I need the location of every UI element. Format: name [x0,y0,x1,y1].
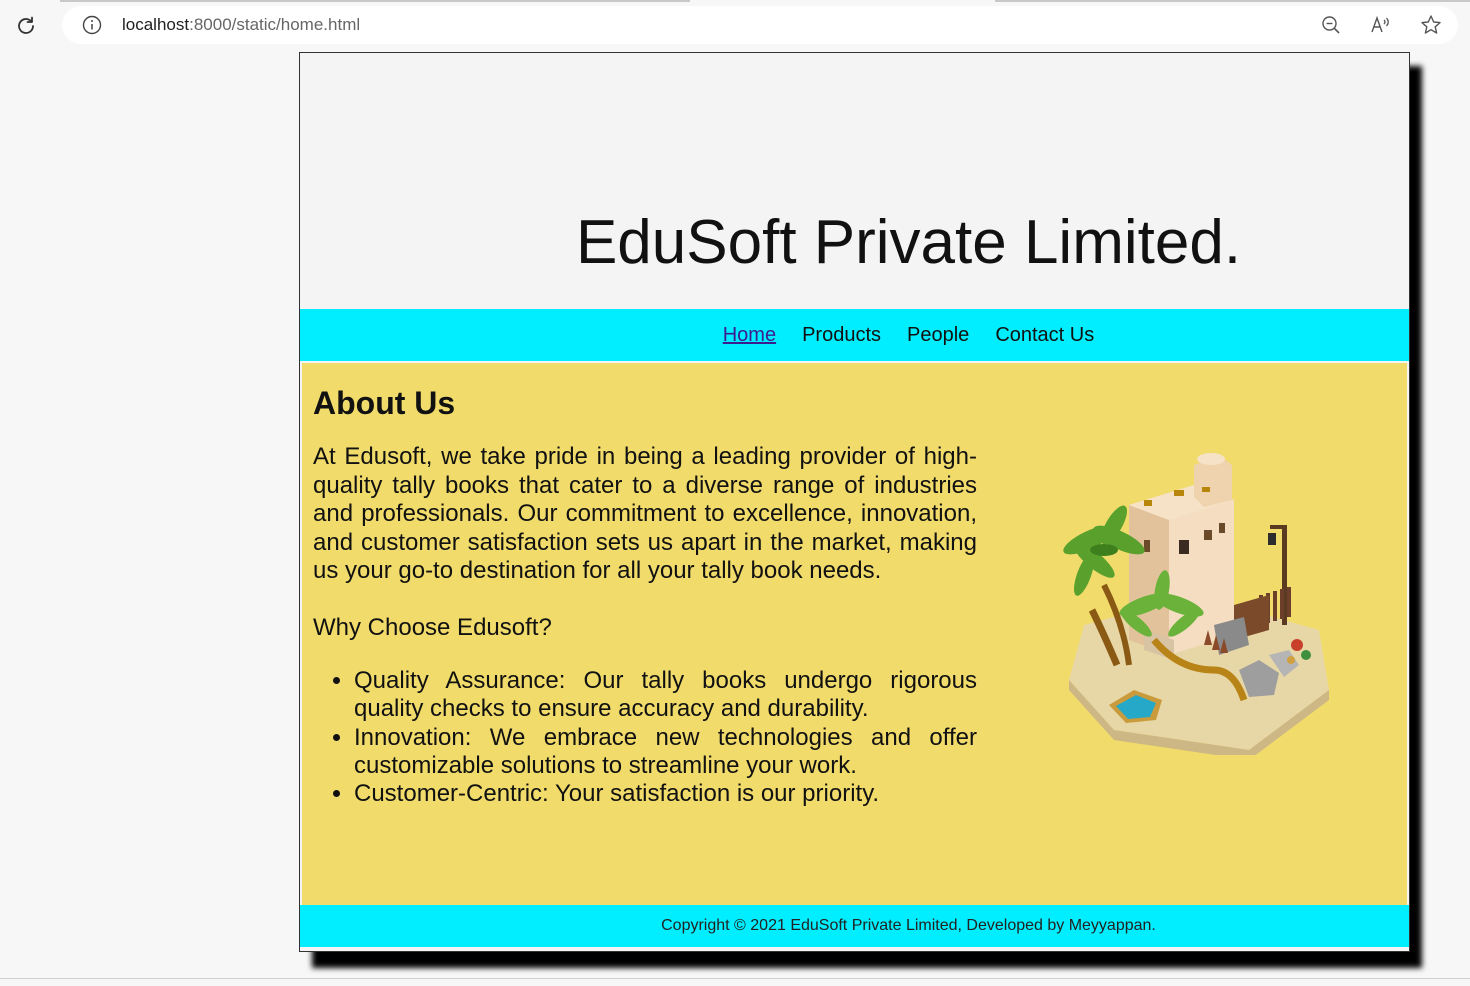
address-bar[interactable]: localhost:8000/static/home.html [62,6,1458,44]
nav-home-link[interactable]: Home [723,324,776,347]
page-container: EduSoft Private Limited. Home Products P… [299,52,1410,952]
url-host: localhost [122,15,190,34]
nav-products-link[interactable]: Products [802,324,881,347]
nav-contact-link[interactable]: Contact Us [995,324,1094,347]
browser-toolbar: localhost:8000/static/home.html [0,0,1470,50]
main-nav: Home Products People Contact Us [300,309,1409,361]
list-item: Innovation: We embrace new technologies … [354,724,977,781]
site-header: EduSoft Private Limited. [300,53,1409,309]
favorite-star-icon[interactable] [1420,14,1442,36]
window-bottom-edge [0,978,1470,979]
about-heading: About Us [313,385,456,421]
footer-copyright: Copyright © 2021 EduSoft Private Limited… [661,917,1156,934]
url-text[interactable]: localhost:8000/static/home.html [122,15,360,35]
reload-icon[interactable] [12,12,40,40]
nav-people-link[interactable]: People [907,324,969,347]
read-aloud-icon[interactable] [1370,14,1392,36]
site-title: EduSoft Private Limited. [575,208,1242,277]
tab-strip-edge [0,0,1470,2]
why-choose-heading: Why Choose Edusoft? [313,614,552,641]
about-section: About Us At Edusoft, we take pride in be… [300,361,1409,905]
about-intro: At Edusoft, we take pride in being a lea… [313,443,977,584]
zoom-out-icon[interactable] [1320,14,1342,36]
features-list: Quality Assurance: Our tally books under… [313,667,977,808]
url-path: :8000/static/home.html [189,15,361,34]
isometric-island-illustration [1044,445,1334,760]
list-item: Quality Assurance: Our tally books under… [354,667,977,724]
info-icon[interactable] [82,15,102,35]
list-item: Customer-Centric: Your satisfaction is o… [354,780,977,808]
site-footer: Copyright © 2021 EduSoft Private Limited… [300,905,1409,947]
